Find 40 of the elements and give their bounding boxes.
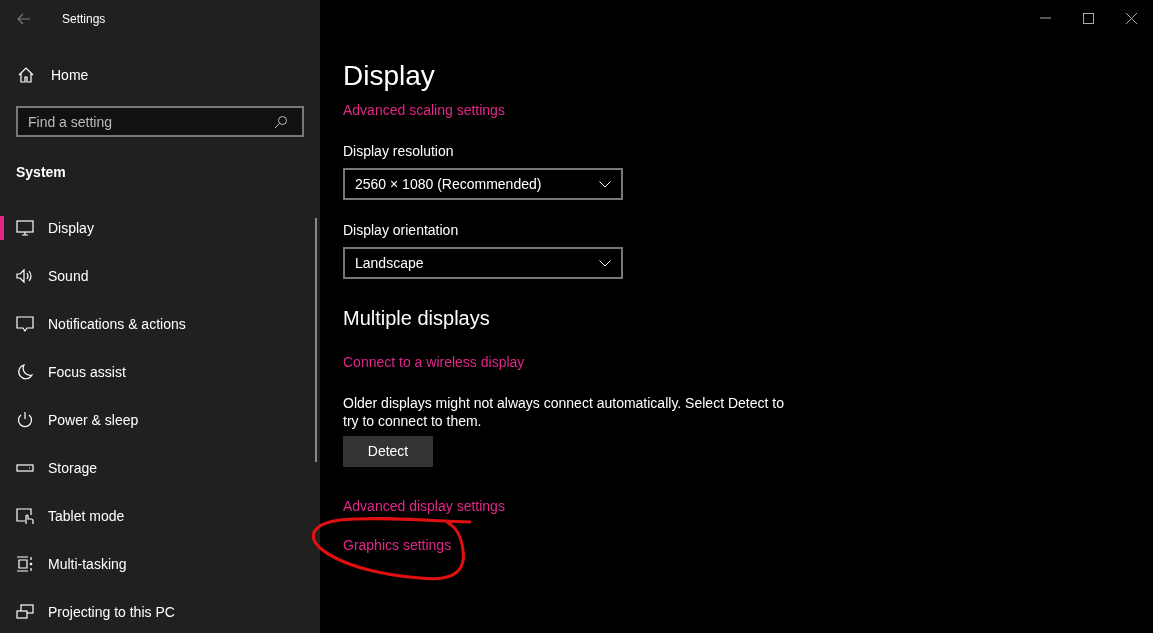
back-arrow-icon[interactable] — [17, 13, 31, 25]
wireless-display-link[interactable]: Connect to a wireless display — [343, 352, 525, 373]
close-icon[interactable] — [1126, 12, 1137, 24]
section-heading: Multiple displays — [343, 306, 491, 331]
description-text: Older displays might not always connect automatically. Select Detect to try to connect to them. — [343, 394, 785, 430]
page-title: Display — [343, 59, 436, 93]
sidebar-item[interactable]: Display — [0, 204, 320, 252]
detect-button[interactable]: Detect — [343, 436, 433, 467]
dropdown[interactable]: Landscape — [343, 247, 623, 279]
section-heading: System — [16, 163, 67, 182]
window-title: Settings — [62, 11, 106, 28]
field-label: Display orientation — [343, 221, 460, 240]
sidebar-item[interactable]: Multi-tasking — [0, 540, 320, 588]
chevron-down-icon — [599, 259, 611, 267]
sidebar-item[interactable]: Tablet mode — [0, 492, 320, 540]
sidebar-item[interactable]: Projecting to this PC — [0, 588, 320, 633]
chevron-down-icon — [599, 180, 611, 188]
settings-link[interactable]: Advanced display settings — [343, 496, 505, 517]
monitor-icon — [16, 219, 34, 237]
tablet-icon — [16, 507, 34, 525]
search-icon — [274, 115, 288, 129]
sidebar-item[interactable]: Notifications & actions — [0, 300, 320, 348]
speaker-icon — [16, 267, 34, 285]
sidebar-item[interactable]: Storage — [0, 444, 320, 492]
sidebar-item[interactable]: Sound — [0, 252, 320, 300]
multitask-icon — [16, 555, 34, 573]
settings-link[interactable]: Graphics settings — [343, 535, 452, 556]
maximize-icon[interactable] — [1083, 12, 1094, 24]
sidebar-item[interactable]: Power & sleep — [0, 396, 320, 444]
projector-icon — [16, 603, 34, 621]
field-label: Display resolution — [343, 142, 455, 161]
speech-bubble-icon — [16, 315, 34, 333]
dropdown[interactable]: 2560 × 1080 (Recommended) — [343, 168, 623, 200]
home-icon — [17, 66, 35, 84]
home-link[interactable]: Home — [0, 63, 320, 87]
power-icon — [16, 411, 34, 429]
sidebar-item[interactable]: Focus assist — [0, 348, 320, 396]
search-field[interactable]: Find a setting — [16, 106, 304, 137]
advanced-scaling-link[interactable]: Advanced scaling settings — [343, 100, 505, 121]
moon-icon — [16, 363, 34, 381]
